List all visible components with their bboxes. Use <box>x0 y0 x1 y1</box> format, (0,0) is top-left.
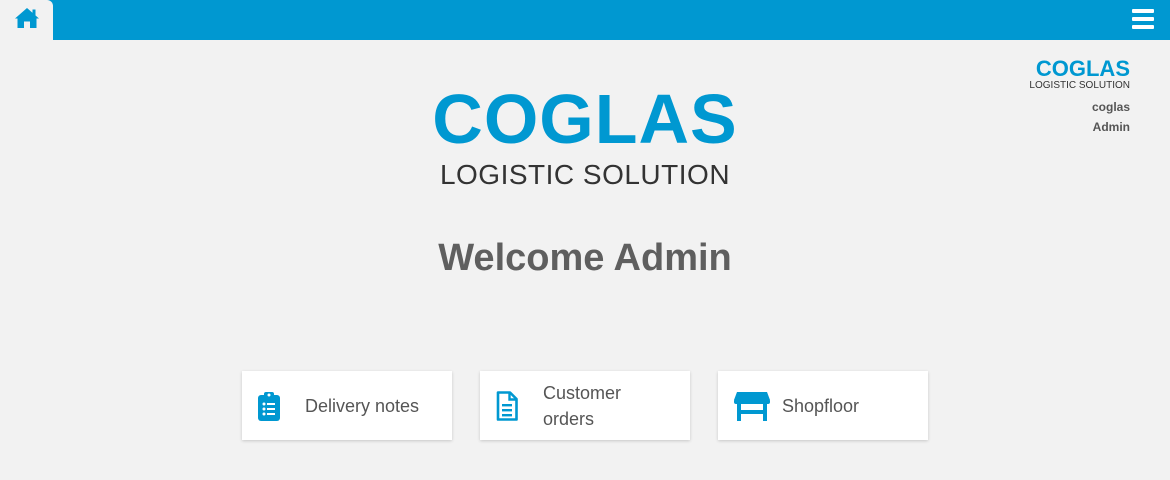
delivery-notes-tile[interactable]: Delivery notes <box>242 371 452 440</box>
menu-button[interactable] <box>1130 6 1156 32</box>
store-icon <box>734 391 770 421</box>
delivery-notes-label: Delivery notes <box>305 395 420 416</box>
hamburger-menu-icon <box>1132 9 1154 29</box>
home-button[interactable] <box>0 0 53 40</box>
customer-orders-tile[interactable]: Customer orders <box>480 371 690 440</box>
shopfloor-tile[interactable]: Shopfloor <box>718 371 928 440</box>
clipboard-list-icon <box>258 391 280 421</box>
customer-orders-label-line1: Customer <box>543 382 622 403</box>
mini-logo-name: COGLAS <box>1035 56 1130 81</box>
top-bar <box>0 0 1170 40</box>
home-icon <box>14 8 39 28</box>
customer-orders-label-line2: orders <box>543 408 595 429</box>
document-icon <box>496 390 518 421</box>
shopfloor-label: Shopfloor <box>782 395 860 416</box>
main-logo: COGLAS LOGISTIC SOLUTION <box>0 82 1170 192</box>
logo-name: COGLAS <box>432 80 738 158</box>
customer-orders-label: Customer orders <box>543 380 621 432</box>
welcome-heading: Welcome Admin <box>438 237 732 279</box>
logo-subtitle: LOGISTIC SOLUTION <box>439 159 731 190</box>
